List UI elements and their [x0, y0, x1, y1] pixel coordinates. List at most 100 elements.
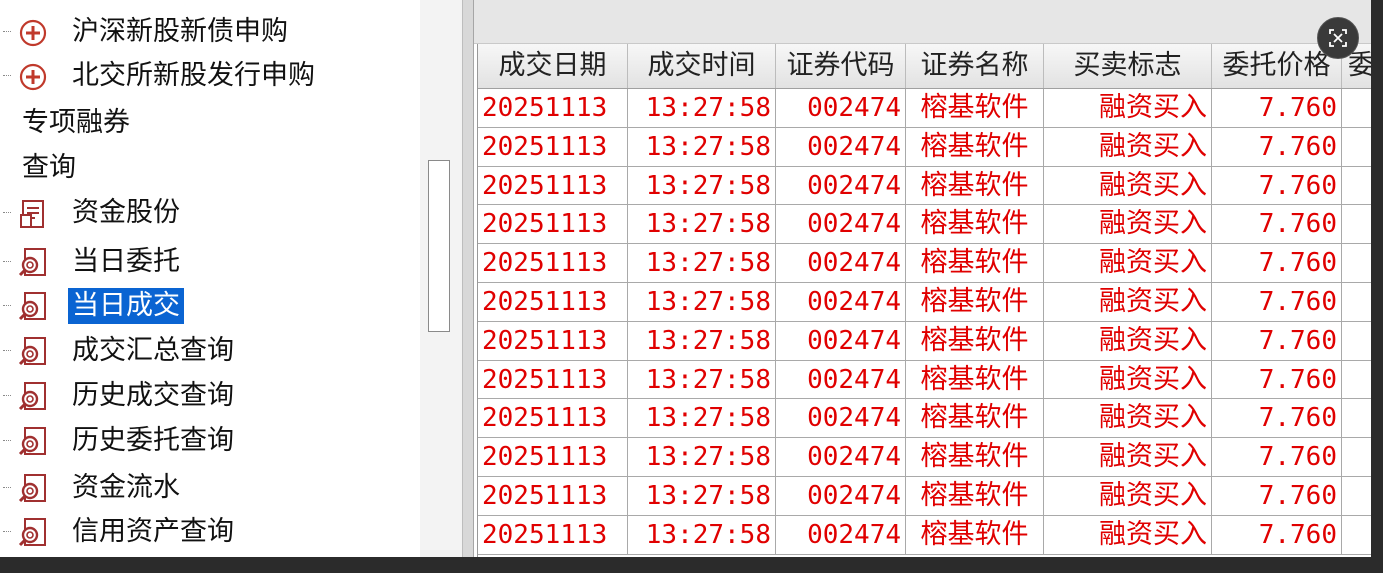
tree-item-label: 北交所新股发行申购 — [72, 60, 315, 91]
tree-connector — [3, 75, 11, 76]
cell-date: 20251113 — [478, 127, 628, 167]
tree-item-label: 查询 — [22, 152, 76, 183]
cell-price: 7.760 — [1212, 360, 1342, 400]
tree-connector — [3, 261, 11, 262]
cell-code: 002474 — [776, 166, 906, 206]
cell-side: 融资买入 — [1044, 438, 1212, 477]
table-row[interactable]: 20251113 13:27:58 002474 榕基软件 融资买入 7.760 — [478, 360, 1371, 400]
column-header-time[interactable]: 成交时间 — [628, 44, 776, 88]
tree-item[interactable]: 当日成交 — [0, 284, 420, 328]
tree-item-label: 资金股份 — [72, 197, 180, 228]
cell-more — [1342, 516, 1371, 555]
cell-side: 融资买入 — [1044, 360, 1212, 400]
tree-connector — [3, 31, 11, 32]
cell-time: 13:27:58 — [628, 89, 776, 128]
cell-name: 榕基软件 — [906, 244, 1044, 283]
tree-item[interactable]: 历史委托查询 — [0, 419, 420, 463]
table-row[interactable]: 20251113 13:27:58 002474 榕基软件 融资买入 7.760 — [478, 89, 1371, 128]
column-header-name[interactable]: 证券名称 — [906, 44, 1044, 88]
table-row[interactable]: 20251113 13:27:58 002474 榕基软件 融资买入 7.760 — [478, 399, 1371, 439]
cell-code: 002474 — [776, 244, 906, 283]
pane-splitter[interactable] — [462, 0, 474, 557]
cell-date: 20251113 — [478, 515, 628, 555]
tree-connector — [3, 305, 11, 306]
cell-code: 002474 — [776, 282, 906, 322]
search-doc-icon — [16, 472, 50, 506]
close-button[interactable] — [1317, 17, 1359, 59]
cell-price: 7.760 — [1212, 399, 1342, 439]
tree-item[interactable]: 资金流水 — [0, 466, 420, 510]
tree-item[interactable]: 资金股份 — [0, 191, 420, 235]
cell-more — [1342, 399, 1371, 439]
cell-time: 13:27:58 — [628, 244, 776, 283]
table-row[interactable]: 20251113 13:27:58 002474 榕基软件 融资买入 7.760 — [478, 321, 1371, 361]
cell-name: 榕基软件 — [906, 166, 1044, 206]
deals-table: 成交日期 成交时间 证券代码 证券名称 买卖标志 委托价格 委 20251113… — [477, 44, 1371, 557]
table-body: 20251113 13:27:58 002474 榕基软件 融资买入 7.760 20251… — [478, 89, 1371, 555]
cell-side: 融资买入 — [1044, 244, 1212, 283]
cell-code: 002474 — [776, 399, 906, 439]
cell-more — [1342, 477, 1371, 516]
table-row[interactable]: 20251113 13:27:58 002474 榕基软件 融资买入 7.760 — [478, 127, 1371, 167]
cell-name: 榕基软件 — [906, 321, 1044, 361]
cell-side: 融资买入 — [1044, 476, 1212, 516]
tree-item[interactable]: 成交汇总查询 — [0, 329, 420, 373]
cell-more — [1342, 361, 1371, 400]
table-row[interactable]: 20251113 13:27:58 002474 榕基软件 融资买入 7.760 — [478, 282, 1371, 322]
column-header-code[interactable]: 证券代码 — [776, 44, 906, 88]
cell-name: 榕基软件 — [906, 89, 1044, 128]
table-row[interactable]: 20251113 13:27:58 002474 榕基软件 融资买入 7.760 — [478, 244, 1371, 283]
close-icon — [1329, 29, 1347, 47]
cell-price: 7.760 — [1212, 515, 1342, 555]
cell-time: 13:27:58 — [628, 166, 776, 206]
cell-code: 002474 — [776, 360, 906, 400]
tree-connector — [3, 395, 11, 396]
cell-time: 13:27:58 — [628, 515, 776, 555]
cell-code: 002474 — [776, 515, 906, 555]
tree-item[interactable]: 当日委托 — [0, 240, 420, 284]
cell-time: 13:27:58 — [628, 321, 776, 361]
cell-price: 7.760 — [1212, 282, 1342, 322]
cell-more — [1342, 205, 1371, 245]
column-header-date[interactable]: 成交日期 — [478, 44, 628, 88]
table-header: 成交日期 成交时间 证券代码 证券名称 买卖标志 委托价格 委 — [478, 44, 1371, 89]
search-doc-icon — [16, 290, 50, 324]
cell-name: 榕基软件 — [906, 399, 1044, 439]
cell-more — [1342, 244, 1371, 283]
table-row[interactable]: 20251113 13:27:58 002474 榕基软件 融资买入 7.760 — [478, 515, 1371, 555]
cell-more — [1342, 322, 1371, 361]
cell-date: 20251113 — [478, 321, 628, 361]
table-row[interactable]: 20251113 13:27:58 002474 榕基软件 融资买入 7.760 — [478, 438, 1371, 477]
tree-item[interactable]: 专项融券 — [0, 101, 420, 145]
cell-name: 榕基软件 — [906, 127, 1044, 167]
document-icon — [16, 197, 50, 231]
toolbar-area — [474, 0, 1371, 44]
cell-date: 20251113 — [478, 476, 628, 516]
table-row[interactable]: 20251113 13:27:58 002474 榕基软件 融资买入 7.760 — [478, 166, 1371, 206]
tree-scrollbar-thumb[interactable] — [428, 160, 450, 332]
cell-side: 融资买入 — [1044, 321, 1212, 361]
cell-code: 002474 — [776, 89, 906, 128]
tree-item[interactable]: 北交所新股发行申购 — [0, 54, 420, 98]
tree-item-label: 当日委托 — [72, 246, 180, 277]
tree-item[interactable]: 信用资产查询 — [0, 510, 420, 554]
table-row[interactable]: 20251113 13:27:58 002474 榕基软件 融资买入 7.760 — [478, 476, 1371, 516]
tree-item[interactable]: 历史成交查询 — [0, 374, 420, 418]
cell-price: 7.760 — [1212, 205, 1342, 245]
tree-connector — [3, 350, 11, 351]
cell-side: 融资买入 — [1044, 205, 1212, 245]
plus-circle-icon — [16, 16, 50, 50]
tree-item-label: 沪深新股新债申购 — [72, 16, 288, 47]
tree-item-label: 专项融券 — [22, 107, 130, 138]
cell-price: 7.760 — [1212, 89, 1342, 128]
cell-name: 榕基软件 — [906, 282, 1044, 322]
tree-item-label: 成交汇总查询 — [72, 335, 234, 366]
tree-connector — [3, 212, 11, 213]
cell-name: 榕基软件 — [906, 476, 1044, 516]
tree-item[interactable]: 查询 — [0, 146, 420, 190]
cell-code: 002474 — [776, 438, 906, 477]
tree-item-label: 历史成交查询 — [72, 380, 234, 411]
column-header-side[interactable]: 买卖标志 — [1044, 44, 1212, 88]
table-row[interactable]: 20251113 13:27:58 002474 榕基软件 融资买入 7.760 — [478, 205, 1371, 245]
tree-item[interactable]: 沪深新股新债申购 — [0, 10, 420, 54]
